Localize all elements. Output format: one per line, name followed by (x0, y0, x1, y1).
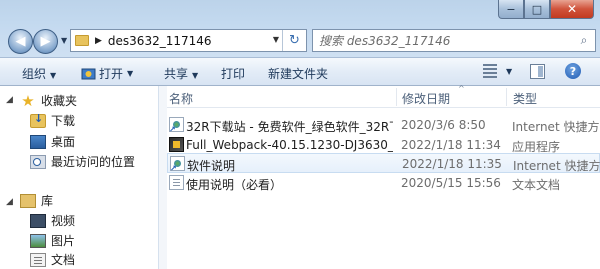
sidebar-item-label: 收藏夹 (41, 94, 78, 108)
preview-pane-icon[interactable] (530, 64, 545, 79)
downloads-folder-icon (30, 112, 46, 128)
libraries-icon (20, 193, 36, 208)
sidebar-item-downloads[interactable]: 下载 (30, 112, 75, 129)
sidebar-item-label: 最近访问的位置 (51, 155, 136, 169)
sidebar-item-favorites[interactable]: ★ 收藏夹 (20, 92, 77, 109)
window-controls: − □ ✕ (498, 0, 594, 19)
sidebar-item-label: 桌面 (51, 135, 76, 149)
maximize-button[interactable]: □ (524, 0, 550, 19)
sidebar-item-videos[interactable]: 视频 (30, 212, 75, 229)
internet-shortcut-icon (170, 156, 185, 173)
address-bar[interactable]: ▶ des3632_117146 ▼ ↻ (70, 29, 307, 52)
sidebar-item-label: 库 (41, 194, 54, 208)
new-folder-button[interactable]: 新建文件夹 (268, 65, 328, 82)
file-list: 名称 ^ 修改日期 类型 32R下载站 - 免费软件_绿色软件_32R下... … (167, 84, 600, 269)
column-header-type[interactable]: 类型 (513, 90, 537, 107)
search-input[interactable]: 搜索 des3632_117146 (319, 32, 573, 49)
file-name: Full_Webpack-40.15.1230-DJ3630_Fu... (186, 138, 393, 152)
file-row[interactable]: 使用说明（必看） 2020/5/15 15:56 文本文档 (167, 173, 600, 193)
open-button[interactable]: 打开 ▼ (81, 65, 133, 82)
file-name: 使用说明（必看） (186, 178, 283, 192)
minimize-button[interactable]: − (498, 0, 524, 19)
file-row-selected[interactable]: 软件说明 2022/1/18 11:35 Internet 快捷方式 (167, 153, 600, 173)
refresh-button[interactable]: ↻ (282, 30, 306, 51)
column-divider[interactable] (506, 88, 507, 106)
back-button[interactable]: ◀ (8, 29, 33, 54)
videos-library-icon (30, 213, 46, 228)
libraries-expander-icon[interactable]: ◢ (6, 197, 13, 207)
navigation-pane: ◢ ★ 收藏夹 下载 桌面 最近访问的位置 ◢ 库 视频 图片 文档 (0, 86, 159, 269)
sidebar-item-libraries[interactable]: 库 (20, 192, 53, 209)
chevron-down-icon: ▼ (192, 71, 199, 80)
sidebar-item-label: 文档 (51, 253, 76, 267)
chevron-down-icon: ▼ (50, 71, 57, 80)
pane-splitter[interactable] (159, 86, 167, 269)
views-icon[interactable] (483, 64, 497, 78)
pictures-library-icon (30, 233, 46, 248)
file-type: 文本文档 (512, 178, 561, 192)
sidebar-item-recent-places[interactable]: 最近访问的位置 (30, 153, 135, 170)
column-divider[interactable] (396, 88, 397, 106)
file-date-modified: 2020/3/6 8:50 (401, 118, 486, 132)
sidebar-item-documents[interactable]: 文档 (30, 251, 75, 268)
sidebar-item-pictures[interactable]: 图片 (30, 232, 75, 249)
text-document-icon (169, 175, 184, 190)
application-icon (169, 137, 184, 152)
file-name: 软件说明 (187, 159, 236, 173)
recent-places-icon (30, 154, 46, 169)
sidebar-item-label: 下载 (51, 114, 76, 128)
address-dropdown-icon[interactable]: ▼ (273, 35, 279, 44)
share-label: 共享 (164, 67, 189, 81)
organize-button[interactable]: 组织 ▼ (22, 65, 56, 82)
file-name: 32R下载站 - 免费软件_绿色软件_32R下... (186, 120, 393, 134)
file-date-modified: 2022/1/18 11:34 (401, 138, 501, 152)
search-box[interactable]: 搜索 des3632_117146 ⌕ (312, 29, 596, 52)
file-row[interactable]: 32R下载站 - 免费软件_绿色软件_32R下... 2020/3/6 8:50… (167, 115, 600, 135)
refresh-icon: ↻ (289, 33, 300, 48)
internet-shortcut-icon (169, 117, 184, 134)
file-date-modified: 2022/1/18 11:35 (402, 157, 502, 171)
sidebar-item-label: 视频 (51, 214, 76, 228)
help-icon[interactable]: ? (565, 63, 581, 79)
open-label: 打开 (99, 67, 124, 81)
desktop-icon (30, 134, 46, 149)
sort-indicator-icon: ^ (458, 84, 465, 93)
file-date-modified: 2020/5/15 15:56 (401, 176, 501, 190)
forward-button[interactable]: ▶ (33, 29, 58, 54)
share-button[interactable]: 共享 ▼ (164, 65, 198, 82)
command-bar: 组织 ▼ 打开 ▼ 共享 ▼ 打印 新建文件夹 ▼ ? (0, 57, 600, 86)
organize-label: 组织 (22, 67, 47, 81)
documents-library-icon (30, 252, 46, 267)
print-button[interactable]: 打印 (221, 65, 245, 82)
search-icon[interactable]: ⌕ (573, 33, 595, 48)
sidebar-item-label: 图片 (51, 234, 76, 248)
chevron-down-icon: ▼ (127, 69, 134, 78)
file-type: Internet 快捷方式 (512, 120, 600, 134)
views-dropdown-icon[interactable]: ▼ (506, 67, 512, 76)
recent-pages-dropdown[interactable]: ▼ (61, 36, 67, 45)
file-row[interactable]: Full_Webpack-40.15.1230-DJ3630_Fu... 202… (167, 135, 600, 155)
close-button[interactable]: ✕ (550, 0, 594, 19)
favorites-expander-icon[interactable]: ◢ (6, 95, 13, 105)
address-path[interactable]: des3632_117146 (108, 34, 212, 48)
star-icon: ★ (21, 91, 35, 110)
open-app-icon (81, 66, 96, 81)
back-arrow-icon: ◀ (15, 34, 26, 49)
forward-arrow-icon: ▶ (40, 34, 51, 49)
column-header-name[interactable]: 名称 (169, 90, 193, 107)
breadcrumb-chevron-icon[interactable]: ▶ (95, 36, 102, 46)
column-header-row: 名称 ^ 修改日期 类型 (167, 84, 600, 108)
file-type: Internet 快捷方式 (513, 159, 600, 173)
folder-icon (75, 35, 89, 46)
window-chrome: − □ ✕ ◀ ▶ ▼ ▶ des3632_117146 ▼ ↻ 搜索 des3… (0, 0, 600, 57)
sidebar-item-desktop[interactable]: 桌面 (30, 133, 75, 150)
column-header-date-modified[interactable]: 修改日期 (402, 90, 450, 107)
